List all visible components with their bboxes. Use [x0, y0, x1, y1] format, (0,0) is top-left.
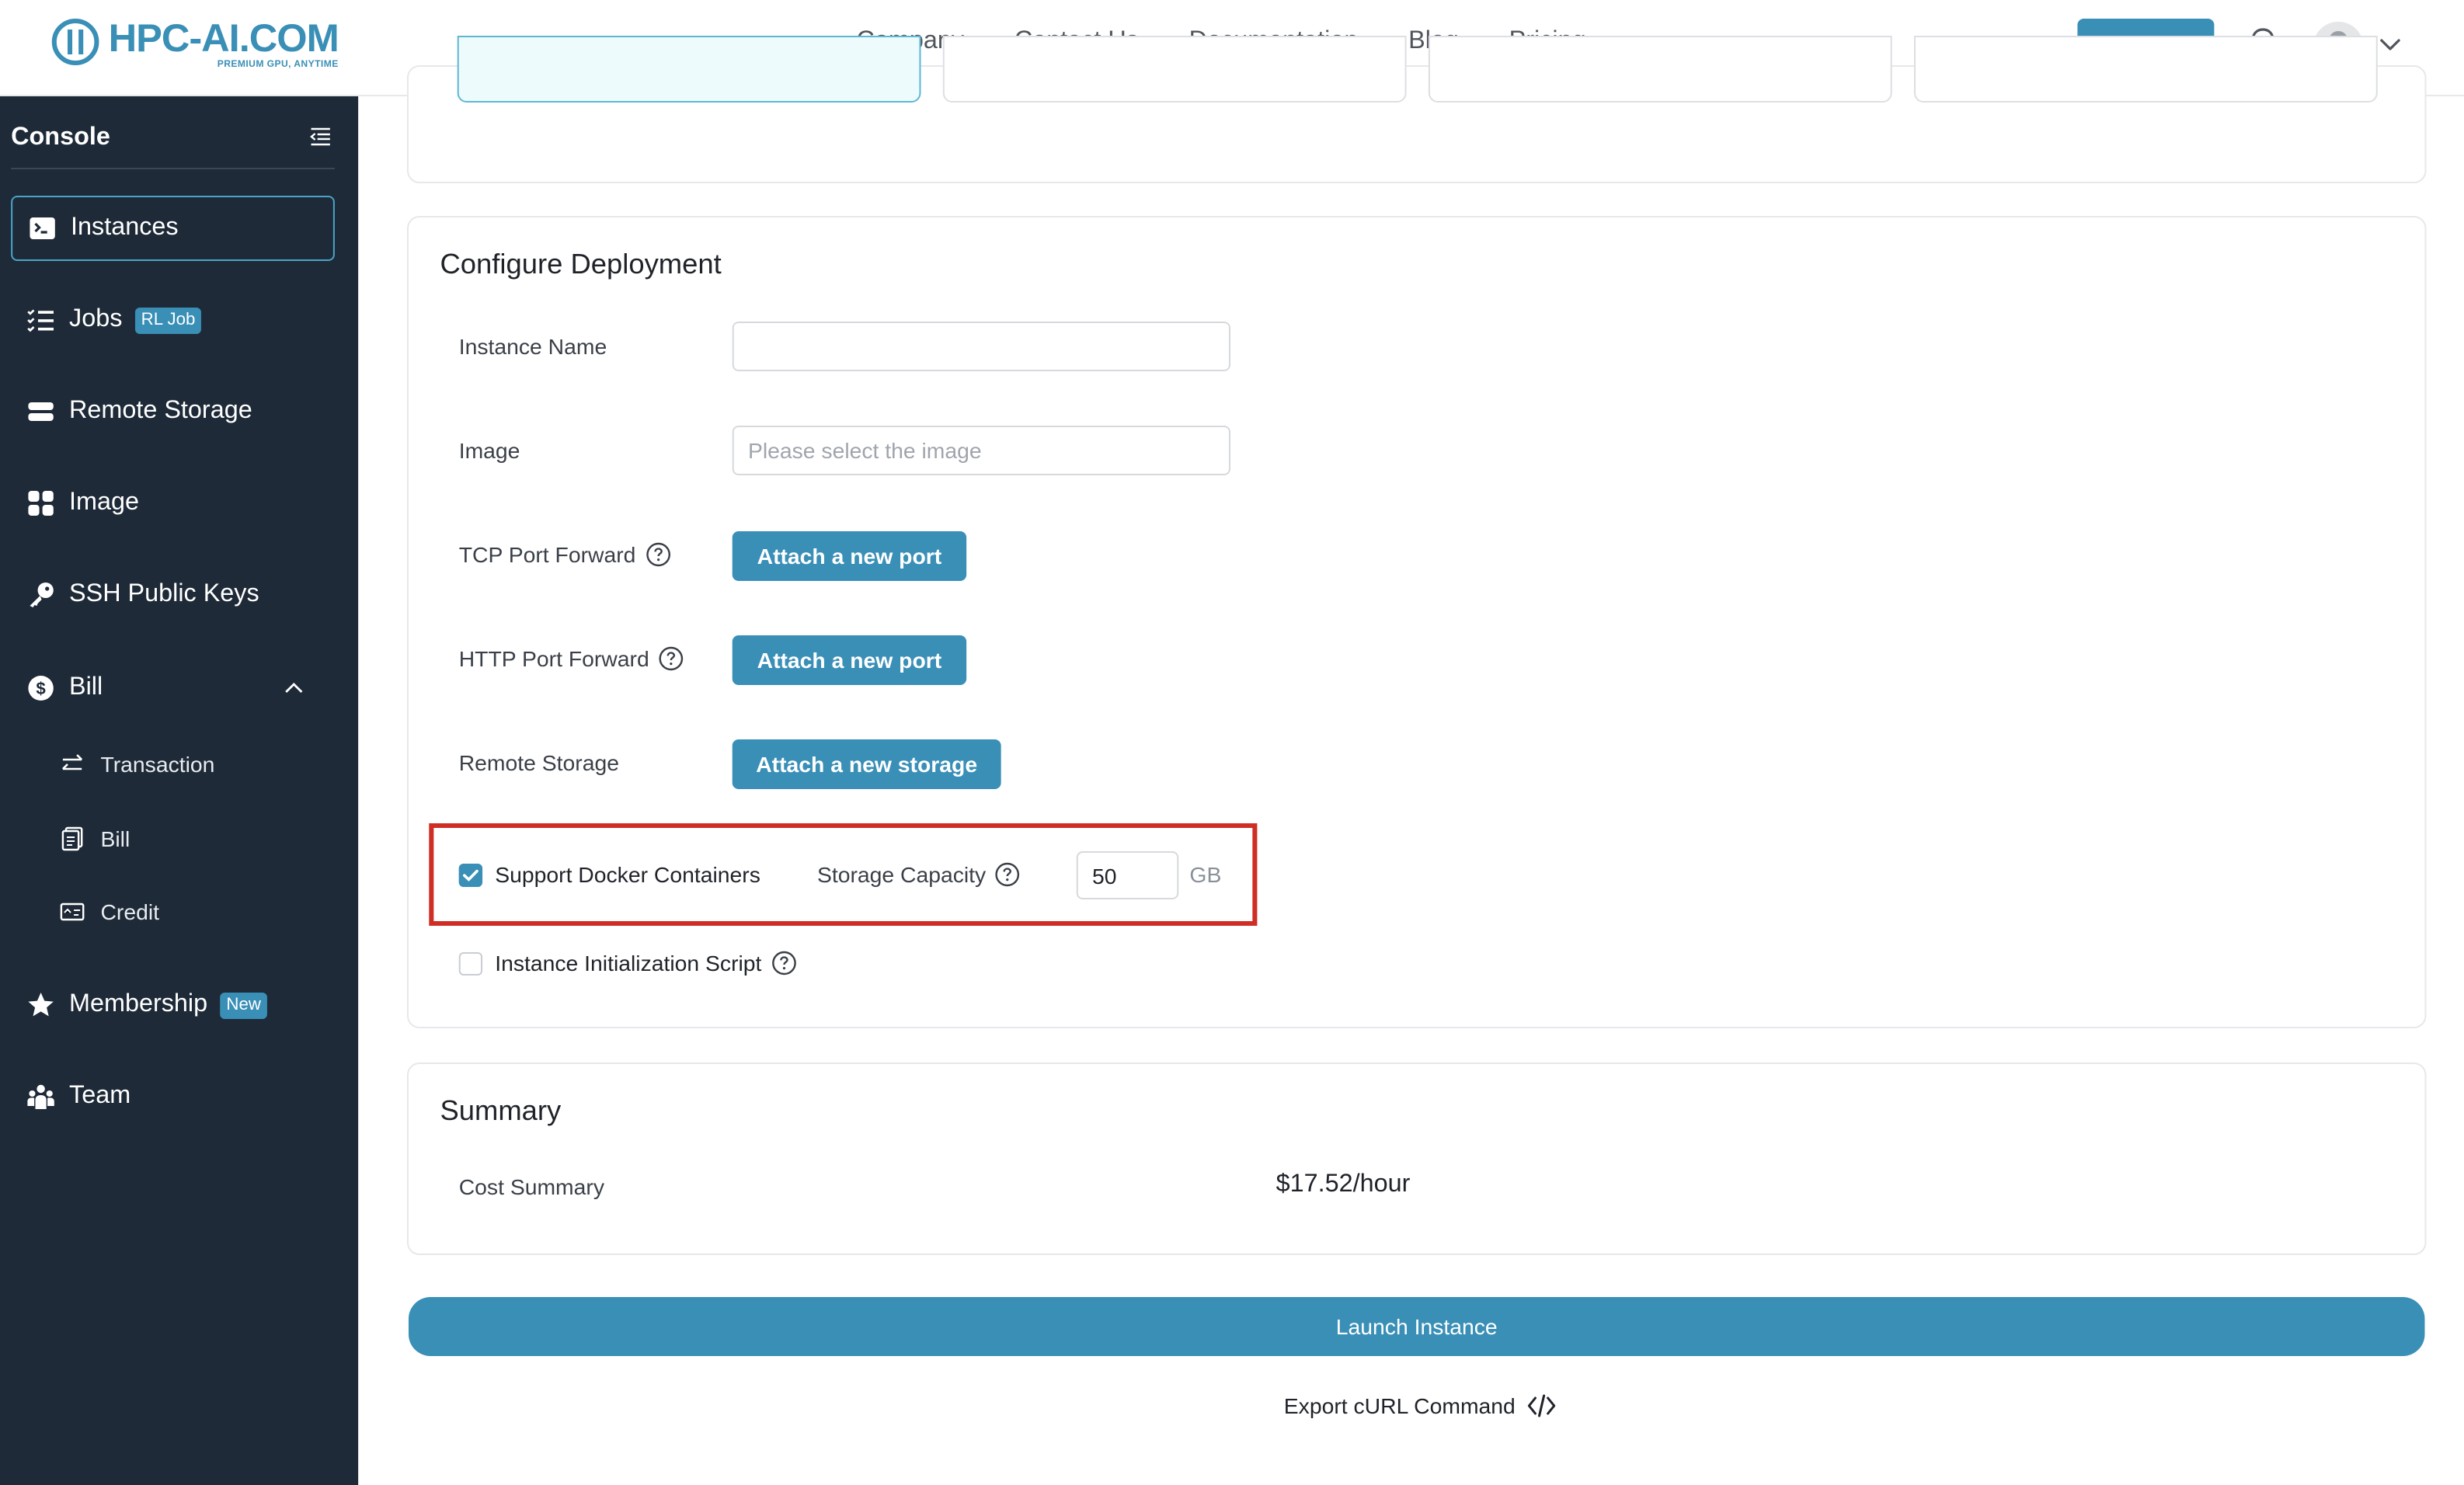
storage-capacity-label: Storage Capacity: [817, 862, 1021, 887]
launch-instance-button[interactable]: Launch Instance: [408, 1297, 2425, 1356]
cost-value: $17.52/hour: [1276, 1171, 1411, 1198]
instance-name-label: Instance Name: [458, 334, 607, 359]
logo-text: HPC-AI.COM: [108, 17, 339, 61]
gpu-option-selected[interactable]: [457, 36, 921, 103]
tcp-port-label-text: TCP Port Forward: [458, 542, 636, 567]
star-icon: [26, 991, 54, 1019]
init-script-checkbox[interactable]: [458, 952, 483, 976]
sidebar-item-remote-storage[interactable]: Remote Storage: [11, 379, 335, 444]
storage-icon: [26, 398, 54, 426]
tcp-port-label: TCP Port Forward: [459, 542, 670, 567]
gpu-option[interactable]: [1428, 36, 1892, 103]
sidebar-item-image[interactable]: Image: [11, 471, 335, 536]
help-icon[interactable]: [771, 951, 796, 976]
transfer-icon: [60, 752, 85, 777]
gpu-option[interactable]: [1914, 36, 2378, 103]
sidebar-item-label: SSH Public Keys: [69, 581, 259, 607]
rl-job-badge: RL Job: [134, 307, 202, 333]
instance-name-input[interactable]: [732, 322, 1231, 371]
grid-icon: [26, 489, 54, 517]
cost-summary-label: Cost Summary: [458, 1174, 605, 1199]
sidebar-item-transaction[interactable]: Transaction: [60, 746, 215, 783]
storage-capacity-input[interactable]: 50: [1076, 851, 1179, 899]
export-curl-button[interactable]: Export cURL Command: [1284, 1393, 1557, 1418]
logo[interactable]: HPC-AI.COM PREMIUM GPU, ANYTIME: [51, 17, 339, 79]
sidebar-item-ssh-keys[interactable]: SSH Public Keys: [11, 562, 335, 628]
sidebar-title: Console: [11, 124, 110, 151]
receipt-icon: [60, 826, 85, 851]
export-curl-label: Export cURL Command: [1283, 1393, 1516, 1418]
sidebar-item-credit[interactable]: Credit: [60, 893, 159, 930]
logo-tagline: PREMIUM GPU, ANYTIME: [217, 61, 339, 70]
credit-card-icon: [60, 899, 85, 924]
init-script-label: Instance Initialization Script: [495, 951, 796, 976]
sidebar-item-membership[interactable]: Membership New: [11, 972, 335, 1038]
code-icon: [1528, 1394, 1556, 1417]
attach-http-port-button[interactable]: Attach a new port: [732, 635, 967, 685]
configure-deployment-card: Configure Deployment Instance Name Image…: [406, 216, 2427, 1028]
help-icon[interactable]: [659, 646, 684, 671]
attach-storage-button[interactable]: Attach a new storage: [732, 739, 1001, 789]
gpu-option[interactable]: [942, 36, 1407, 103]
main-content: Configure Deployment Instance Name Image…: [358, 36, 2464, 1485]
docker-checkbox[interactable]: [458, 864, 483, 887]
sidebar-item-label: Membership: [69, 991, 208, 1017]
help-icon[interactable]: [995, 862, 1020, 887]
http-port-label-text: HTTP Port Forward: [458, 646, 649, 671]
sidebar-item-label: Bill: [100, 826, 131, 851]
new-badge: New: [220, 992, 268, 1018]
logo-mark-icon: [51, 19, 99, 65]
dollar-icon: $: [26, 674, 54, 702]
summary-title: Summary: [440, 1095, 562, 1126]
chevron-down-icon[interactable]: [2379, 34, 2401, 56]
list-check-icon: [26, 306, 54, 334]
docker-label: Support Docker Containers: [495, 862, 760, 887]
summary-card: Summary Cost Summary $17.52/hour: [406, 1062, 2427, 1255]
sidebar-item-team[interactable]: Team: [11, 1064, 335, 1129]
sidebar-item-label: Image: [69, 489, 139, 516]
terminal-icon: [28, 214, 56, 242]
sidebar-item-label: Team: [69, 1083, 131, 1109]
sidebar-item-label: Jobs: [69, 306, 123, 332]
sidebar-item-label: Transaction: [100, 752, 215, 777]
remote-storage-label: Remote Storage: [458, 750, 619, 775]
storage-capacity-label-text: Storage Capacity: [816, 862, 987, 887]
init-script-label-text: Instance Initialization Script: [495, 951, 762, 976]
capacity-unit: GB: [1189, 862, 1222, 887]
team-icon: [26, 1083, 54, 1111]
chevron-up-icon[interactable]: [284, 679, 303, 697]
image-label: Image: [458, 438, 520, 463]
help-icon[interactable]: [646, 542, 670, 567]
sidebar-item-instances[interactable]: Instances: [11, 196, 335, 261]
image-select[interactable]: Please select the image: [732, 426, 1231, 475]
attach-tcp-port-button[interactable]: Attach a new port: [732, 531, 967, 581]
http-port-label: HTTP Port Forward: [459, 646, 684, 671]
sidebar-item-label: Credit: [100, 899, 160, 924]
sidebar-item-label: Bill: [69, 674, 103, 701]
configure-title: Configure Deployment: [440, 249, 722, 280]
gpu-selection-card: [406, 36, 2427, 183]
sidebar: Console Instances Jobs RL Job Remote Sto…: [0, 96, 359, 1485]
sidebar-divider: [11, 168, 335, 169]
collapse-menu-icon[interactable]: [310, 126, 332, 148]
key-icon: [26, 581, 54, 609]
sidebar-item-jobs[interactable]: Jobs RL Job: [11, 287, 335, 353]
sidebar-item-bill-sub[interactable]: Bill: [60, 820, 130, 857]
svg-text:$: $: [36, 679, 45, 698]
sidebar-item-label: Instances: [71, 214, 179, 241]
sidebar-item-label: Remote Storage: [69, 398, 252, 424]
